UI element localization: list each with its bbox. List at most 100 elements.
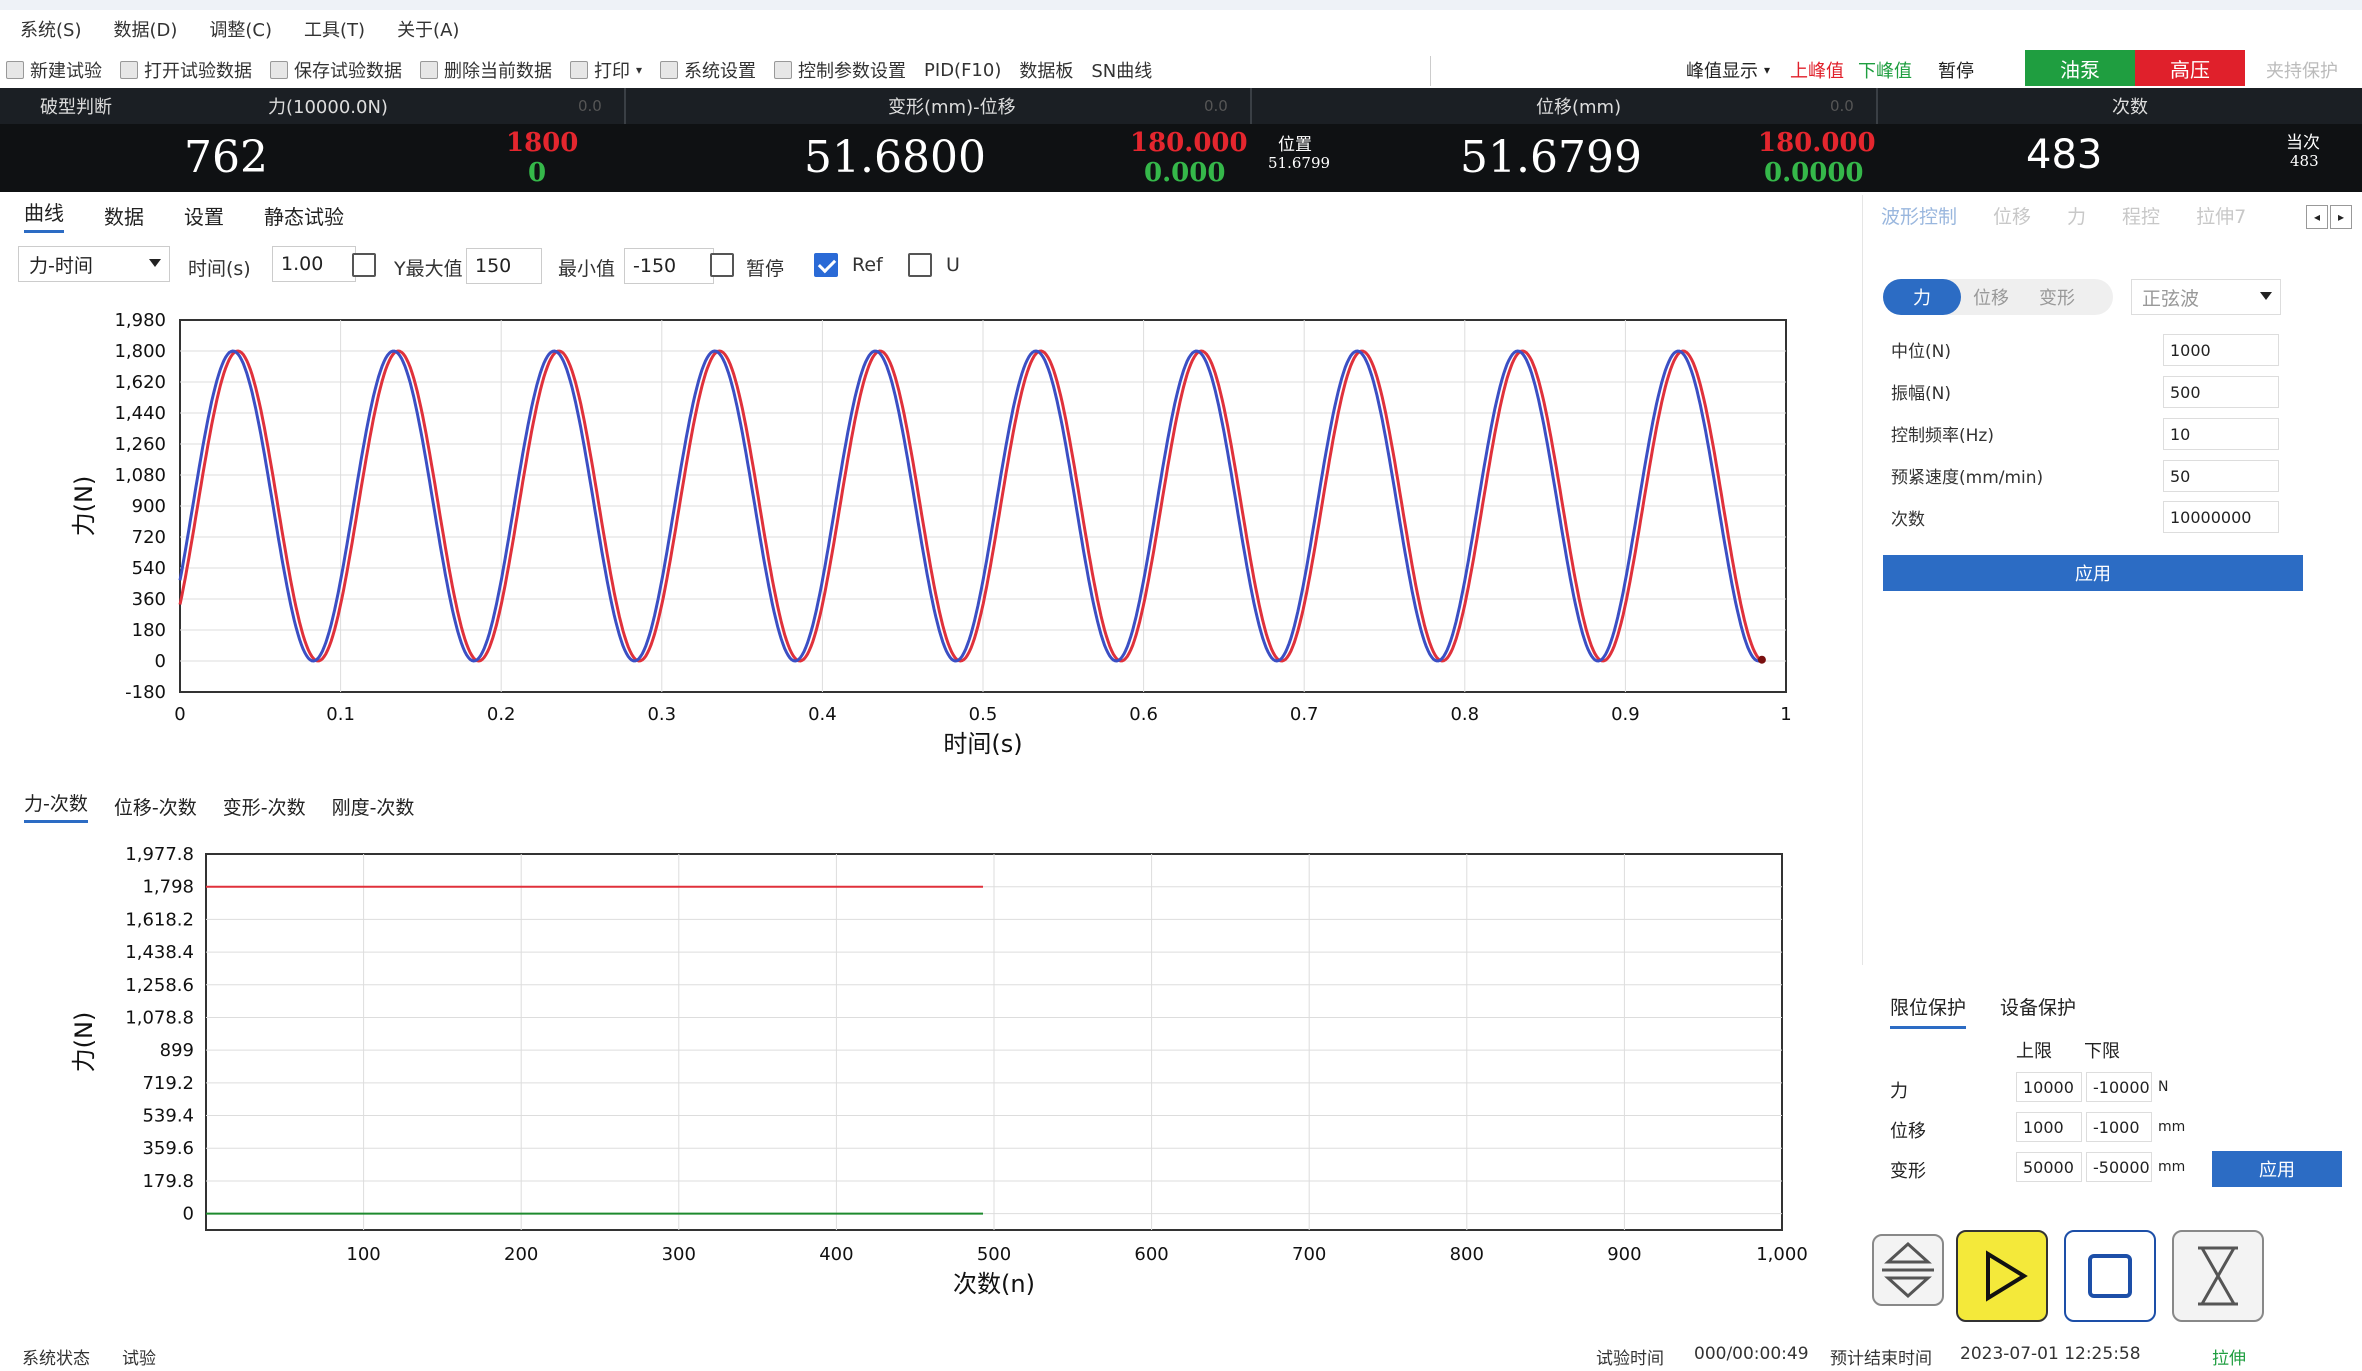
segment-deformation[interactable]: 变形 — [2039, 284, 2075, 310]
u-checkbox-label: U — [946, 254, 960, 276]
preload-speed-label: 预紧速度(mm/min) — [1891, 468, 2044, 488]
pause-button[interactable]: 暂停 — [1938, 52, 1974, 88]
tab-settings[interactable]: 设置 — [184, 201, 224, 230]
cycle-count-input[interactable]: 10000000 — [2163, 501, 2279, 533]
sn-curve-button[interactable]: SN曲线 — [1091, 57, 1152, 83]
ymax-checkbox[interactable] — [352, 253, 376, 277]
chevron-down-icon — [149, 259, 161, 267]
cycle-chart-tabs: 力-次数 位移-次数 变形-次数 刚度-次数 — [0, 786, 416, 826]
x-tick-label: 500 — [977, 1244, 1011, 1265]
x-axis-title: 次数(n) — [953, 1270, 1035, 1298]
menu-system[interactable]: 系统(S) — [20, 16, 81, 42]
tab-disp-cycles[interactable]: 位移-次数 — [114, 793, 197, 820]
frequency-input[interactable]: 10 — [2163, 418, 2279, 450]
toolbar: 新建试验 打开试验数据 保存试验数据 删除当前数据 打印 ▾ 系统设置 控制参数设… — [0, 52, 2362, 88]
ymax-input[interactable]: 150 — [466, 248, 542, 284]
tab-displacement[interactable]: 位移 — [1993, 202, 2031, 229]
data-board-button[interactable]: 数据板 — [1019, 57, 1073, 83]
deform-upper-input[interactable]: 50000 — [2016, 1152, 2082, 1182]
tab-data[interactable]: 数据 — [104, 201, 144, 230]
control-params-button[interactable]: 控制参数设置 — [774, 57, 906, 83]
force-lower-input[interactable]: -10000 — [2086, 1072, 2152, 1102]
save-data-button[interactable]: 保存试验数据 — [270, 57, 402, 83]
disp-lower-input[interactable]: -1000 — [2086, 1112, 2152, 1142]
oil-pump-label: 油泵 — [2060, 57, 2100, 82]
delete-icon — [420, 61, 438, 79]
apply-limits-button[interactable]: 应用 — [2212, 1151, 2342, 1187]
tab-device-protect[interactable]: 设备保护 — [2000, 993, 2076, 1020]
force-upper-input[interactable]: 10000 — [2016, 1072, 2082, 1102]
segment-displacement[interactable]: 位移 — [1973, 284, 2009, 310]
jog-updown-button[interactable] — [1872, 1234, 1944, 1306]
force-value: 762 — [184, 132, 268, 183]
pause-checkbox[interactable] — [710, 253, 734, 277]
tab-force[interactable]: 力 — [2067, 202, 2086, 229]
scroll-left-icon[interactable]: ◂ — [2306, 205, 2328, 229]
lower-peak-toggle[interactable]: 下峰值 — [1858, 52, 1912, 88]
updown-arrow-icon — [1882, 1241, 1934, 1299]
tab-curve[interactable]: 曲线 — [24, 197, 64, 233]
scroll-right-icon[interactable]: ▸ — [2330, 205, 2352, 229]
x-tick-label: 300 — [662, 1244, 696, 1265]
segment-force[interactable]: 力 — [1883, 279, 1961, 315]
x-tick-label: 1 — [1780, 704, 1791, 725]
y-tick-label: 1,080 — [114, 465, 166, 486]
force-time-chart: 0 0.1 0.2 0.3 0.4 0.5 0.6 0.7 0.8 0.9 1 1,980 1,800 1… — [70, 310, 1792, 758]
tab-stiffness-cycles[interactable]: 刚度-次数 — [332, 793, 415, 820]
x-tick-label: 600 — [1134, 1244, 1168, 1265]
test-time-label: 试验时间 — [1596, 1349, 1664, 1369]
tab-deform-cycles[interactable]: 变形-次数 — [223, 793, 306, 820]
system-settings-label: 系统设置 — [684, 61, 757, 82]
test-time-value: 000/00:00:49 — [1694, 1344, 1809, 1364]
pid-button[interactable]: PID(F10) — [924, 60, 1001, 81]
chart-controls: 力-时间 时间(s) 1.00 Y最大值 150 最小值 -150 暂停 Ref… — [18, 246, 1018, 286]
x-tick-label: 0 — [174, 704, 185, 725]
x-tick-label: 0.9 — [1611, 704, 1640, 725]
deform-limit-label: 变形 — [1890, 1161, 1926, 1182]
chart-mode-select[interactable]: 力-时间 — [18, 246, 170, 282]
hold-button[interactable] — [2172, 1230, 2264, 1322]
preload-speed-input[interactable]: 50 — [2163, 460, 2279, 492]
print-button[interactable]: 打印 ▾ — [570, 57, 642, 83]
apply-waveform-button[interactable]: 应用 — [1883, 555, 2303, 591]
time-input[interactable]: 1.00 — [272, 246, 356, 282]
peak-display-dropdown[interactable]: 峰值显示 ▾ — [1686, 52, 1770, 88]
tab-limit-protect[interactable]: 限位保护 — [1890, 993, 1967, 1029]
delete-data-button[interactable]: 删除当前数据 — [420, 57, 552, 83]
new-test-button[interactable]: 新建试验 — [6, 57, 102, 83]
tab-tensile[interactable]: 拉伸7 — [2196, 202, 2246, 229]
upper-peak-toggle[interactable]: 上峰值 — [1790, 52, 1844, 88]
menu-data[interactable]: 数据(D) — [113, 16, 177, 42]
open-data-button[interactable]: 打开试验数据 — [120, 57, 252, 83]
start-button[interactable] — [1956, 1230, 2048, 1322]
waveform-select[interactable]: 正弦波 — [2131, 279, 2281, 315]
ymin-input[interactable]: -150 — [624, 248, 714, 284]
y-tick-label: 1,078.8 — [125, 1007, 194, 1028]
tab-program[interactable]: 程控 — [2122, 202, 2160, 229]
count-channel-label: 次数 — [2112, 97, 2148, 118]
tab-force-cycles[interactable]: 力-次数 — [24, 789, 88, 823]
deform-lower-input[interactable]: -50000 — [2086, 1152, 2152, 1182]
stop-button[interactable] — [2064, 1230, 2156, 1322]
disp-upper-input[interactable]: 1000 — [2016, 1112, 2082, 1142]
menu-tools[interactable]: 工具(T) — [304, 16, 365, 42]
menu-about[interactable]: 关于(A) — [397, 16, 459, 42]
waveform-tabs: 波形控制 位移 力 程控 拉伸7 — [1863, 195, 2264, 235]
ymax-label: Y最大值 — [394, 258, 463, 280]
y-tick-label: -180 — [125, 682, 166, 703]
force-peak-high: 1800 — [506, 128, 579, 158]
oil-pump-button[interactable]: 油泵 — [2025, 50, 2135, 86]
mid-level-input[interactable]: 1000 — [2163, 334, 2279, 366]
ref-checkbox[interactable] — [814, 253, 838, 277]
amplitude-input[interactable]: 500 — [2163, 376, 2279, 408]
clamp-protect-button[interactable]: 夹持保护 — [2266, 52, 2338, 88]
u-checkbox[interactable] — [908, 253, 932, 277]
limit-protection-panel: 限位保护 设备保护 上限 下限 力 10000 -10000 N 位移 1000… — [1862, 985, 2362, 1225]
system-settings-button[interactable]: 系统设置 — [660, 57, 756, 83]
menu-adjust[interactable]: 调整(C) — [209, 16, 272, 42]
status-bar: 系统状态 试验 试验时间 000/00:00:49 预计结束时间 2023-07… — [0, 1340, 2362, 1370]
tab-static-test[interactable]: 静态试验 — [264, 201, 344, 230]
tab-waveform-control[interactable]: 波形控制 — [1881, 202, 1957, 229]
y-tick-label: 1,440 — [114, 403, 166, 424]
high-pressure-button[interactable]: 高压 — [2135, 50, 2245, 86]
